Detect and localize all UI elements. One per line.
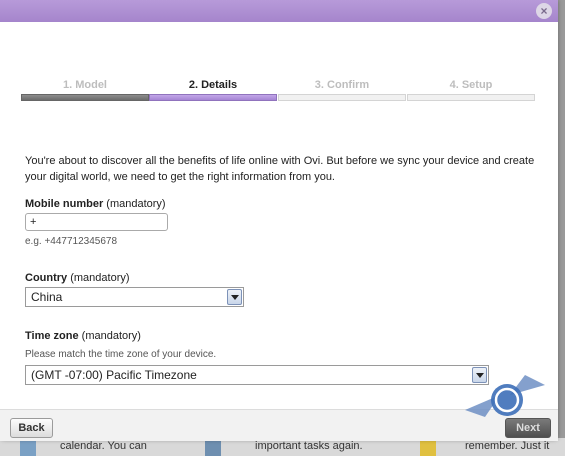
mobile-label-text: Mobile number	[25, 198, 104, 210]
timezone-select-value: (GMT -07:00) Pacific Timezone	[31, 368, 197, 382]
mobile-number-hint: e.g. +447712345678	[25, 236, 118, 247]
country-select-value: China	[31, 290, 63, 304]
step-bar	[149, 94, 277, 101]
step-model: 1. Model	[21, 78, 149, 103]
mandatory-qualifier: (mandatory)	[106, 198, 166, 210]
step-bar	[21, 94, 149, 101]
intro-text: You're about to discover all the benefit…	[25, 155, 535, 183]
timezone-label: Time zone (mandatory)	[25, 330, 141, 342]
country-label: Country (mandatory)	[25, 272, 130, 284]
watermark-logo	[465, 375, 545, 417]
background-notes-icon	[420, 440, 436, 456]
background-snippet: calendar. You can	[60, 440, 147, 452]
mobile-number-label: Mobile number (mandatory)	[25, 198, 166, 210]
step-bar	[278, 94, 406, 101]
timezone-select[interactable]: (GMT -07:00) Pacific Timezone	[25, 365, 489, 385]
step-confirm: 3. Confirm	[278, 78, 406, 103]
background-tasks-icon	[205, 440, 221, 456]
chevron-down-icon[interactable]	[227, 289, 242, 305]
country-label-text: Country	[25, 272, 68, 284]
timezone-hint: Please match the time zone of your devic…	[25, 349, 217, 360]
close-icon[interactable]: ×	[536, 3, 552, 19]
step-label: 4. Setup	[449, 79, 493, 91]
dialog-titlebar: ×	[0, 0, 558, 22]
step-details: 2. Details	[149, 78, 277, 103]
step-setup: 4. Setup	[407, 78, 535, 103]
back-button[interactable]: Back	[10, 418, 53, 438]
mandatory-qualifier: (mandatory)	[81, 330, 141, 342]
timezone-label-text: Time zone	[25, 330, 79, 342]
step-label: 2. Details	[188, 79, 238, 91]
step-label: 1. Model	[62, 79, 107, 91]
wizard-progress: 1. Model 2. Details 3. Confirm 4. Setup	[21, 78, 535, 103]
background-calendar-icon	[20, 440, 36, 456]
background-snippet: important tasks again.	[255, 440, 363, 452]
step-label: 3. Confirm	[314, 79, 370, 91]
country-select[interactable]: China	[25, 287, 244, 307]
step-bar	[407, 94, 535, 101]
mobile-number-input[interactable]: +	[25, 213, 168, 231]
mandatory-qualifier: (mandatory)	[70, 272, 130, 284]
